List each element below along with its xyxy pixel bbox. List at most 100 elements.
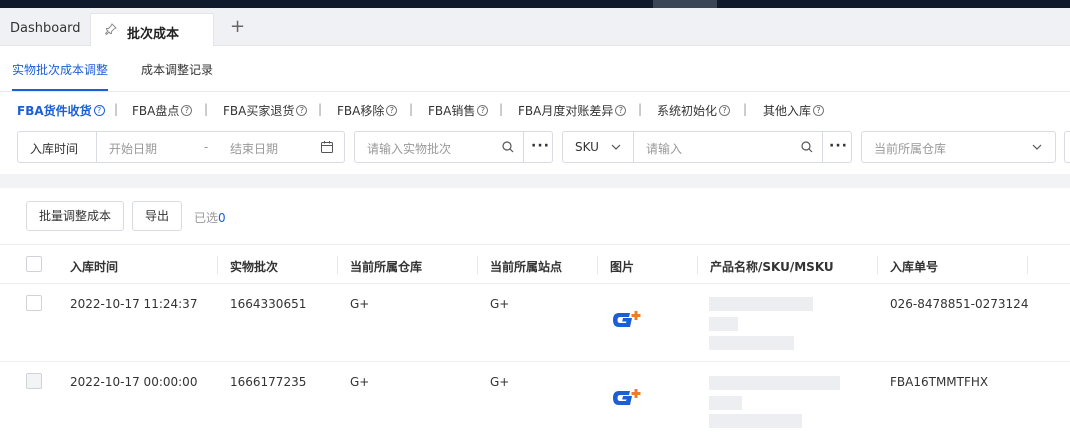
date-type-select[interactable]: 入库时间	[30, 140, 78, 157]
category-fba-sales[interactable]: FBA销售?	[428, 102, 489, 119]
category-label: 其他入库	[763, 104, 812, 118]
page-tab-bar: Dashboard 批次成本 +	[0, 8, 1070, 47]
row-checkbox[interactable]	[26, 373, 42, 389]
search-icon[interactable]	[501, 140, 515, 154]
category-label: FBA买家退货	[223, 104, 295, 118]
column-header[interactable]: 当前所属仓库	[350, 258, 422, 275]
product-sku-placeholder	[709, 396, 742, 410]
cell-site: G+	[490, 375, 510, 389]
category-divider: |	[499, 102, 504, 116]
help-icon[interactable]: ?	[615, 105, 627, 116]
product-msku-placeholder	[709, 414, 802, 428]
column-header[interactable]: 实物批次	[230, 258, 278, 275]
selected-number: 0	[218, 211, 226, 225]
column-header[interactable]: 产品名称/SKU/MSKU	[710, 258, 834, 275]
category-fba-returns[interactable]: FBA买家退货?	[223, 102, 308, 119]
more-options-icon[interactable]: ···	[531, 138, 550, 154]
selected-label: 已选	[194, 211, 219, 225]
select-all-checkbox[interactable]	[26, 256, 42, 272]
column-divider[interactable]	[697, 256, 698, 274]
help-icon[interactable]: ?	[296, 105, 308, 116]
column-divider[interactable]	[477, 256, 478, 274]
product-name-placeholder	[709, 376, 840, 390]
category-label: FBA月度对账差异	[518, 104, 614, 118]
help-icon[interactable]: ?	[181, 105, 193, 116]
subtab-adjust-records[interactable]: 成本调整记录	[141, 61, 213, 78]
category-divider: |	[318, 102, 323, 116]
cell-inbound-time: 2022-10-17 11:24:37	[70, 297, 198, 311]
subtab-batch-cost-adjust[interactable]: 实物批次成本调整	[12, 61, 108, 78]
next-filter-partial[interactable]	[1064, 131, 1070, 163]
section-gap	[0, 174, 1070, 188]
warehouse-select-placeholder: 当前所属仓库	[874, 142, 947, 156]
top-navigation-bar	[0, 0, 1070, 8]
product-name-placeholder	[709, 297, 813, 311]
calendar-icon[interactable]	[320, 140, 334, 154]
help-icon[interactable]: ?	[719, 105, 731, 116]
cell-batch: 1664330651	[230, 297, 307, 311]
batch-search-input[interactable]: 请输入实物批次	[367, 140, 451, 157]
field-divider	[633, 132, 634, 162]
column-divider[interactable]	[337, 256, 338, 274]
batch-adjust-cost-button[interactable]: 批量调整成本	[26, 201, 124, 231]
category-fba-receipt[interactable]: FBA货件收货?	[17, 102, 105, 119]
add-tab-icon[interactable]: +	[230, 18, 245, 36]
help-icon[interactable]: ?	[477, 105, 489, 116]
sku-search-input[interactable]: 请输入	[646, 140, 682, 157]
top-nav-highlight	[653, 0, 717, 8]
help-icon[interactable]: ?	[386, 105, 398, 116]
field-divider	[822, 132, 823, 162]
row-checkbox[interactable]	[26, 295, 42, 311]
product-image-g-plus-logo[interactable]	[610, 309, 646, 331]
column-divider[interactable]	[877, 256, 878, 274]
filter-panel: 实物批次成本调整 成本调整记录 FBA货件收货? | FBA盘点? | FBA买…	[0, 46, 1070, 174]
column-divider[interactable]	[217, 256, 218, 274]
date-range-separator: -	[204, 140, 209, 154]
cell-warehouse: G+	[350, 297, 370, 311]
pin-icon[interactable]	[105, 23, 117, 35]
cell-order-number[interactable]: 026-8478851-0273124	[890, 297, 1028, 311]
product-image-g-plus-logo[interactable]	[610, 387, 646, 409]
chevron-down-icon[interactable]	[609, 140, 623, 154]
date-range-filter: 入库时间 开始日期 - 结束日期	[17, 131, 345, 163]
column-header[interactable]: 入库时间	[70, 258, 118, 275]
help-icon[interactable]: ?	[93, 105, 105, 116]
category-divider: |	[743, 102, 748, 116]
column-header[interactable]: 当前所属站点	[490, 258, 562, 275]
category-divider: |	[114, 102, 119, 116]
subtab-divider	[0, 91, 1070, 92]
help-icon[interactable]: ?	[813, 105, 825, 116]
table-row: 2022-10-17 00:00:00 1666177235 G+ G+ FBA…	[0, 362, 1070, 438]
category-divider: |	[638, 102, 643, 116]
column-header[interactable]: 入库单号	[890, 258, 938, 275]
tab-batch-cost[interactable]: 批次成本	[90, 13, 214, 47]
start-date-input[interactable]: 开始日期	[109, 140, 157, 157]
cell-order-number[interactable]: FBA16TMMTFHX	[890, 375, 988, 389]
tab-dashboard[interactable]: Dashboard	[10, 21, 81, 36]
warehouse-select[interactable]: 当前所属仓库	[861, 131, 1056, 163]
cell-site: G+	[490, 297, 510, 311]
selected-count: 已选0	[194, 209, 226, 226]
cell-inbound-time: 2022-10-17 00:00:00	[70, 375, 198, 389]
chevron-down-icon[interactable]	[1030, 140, 1044, 154]
more-options-icon[interactable]: ···	[829, 138, 848, 154]
main-content: 批量调整成本 导出 已选0 入库时间 实物批次 当前所属仓库 当前所属站点 图片…	[0, 188, 1070, 438]
category-fba-removal[interactable]: FBA移除?	[337, 102, 398, 119]
search-icon[interactable]	[800, 140, 814, 154]
field-divider	[523, 132, 524, 162]
column-divider[interactable]	[1027, 256, 1028, 274]
tab-batch-cost-label: 批次成本	[127, 27, 180, 42]
column-divider[interactable]	[597, 256, 598, 274]
end-date-input[interactable]: 结束日期	[230, 140, 278, 157]
category-label: FBA销售	[428, 104, 476, 118]
category-fba-monthly-diff[interactable]: FBA月度对账差异?	[518, 102, 627, 119]
category-system-init[interactable]: 系统初始化?	[657, 102, 731, 119]
category-other-inbound[interactable]: 其他入库?	[763, 102, 825, 119]
category-label: FBA货件收货	[17, 104, 92, 118]
export-button[interactable]: 导出	[132, 201, 182, 231]
batch-search-field: 请输入实物批次 ···	[354, 131, 553, 163]
category-label: FBA盘点	[132, 104, 180, 118]
column-header[interactable]: 图片	[610, 258, 634, 275]
category-fba-inventory[interactable]: FBA盘点?	[132, 102, 193, 119]
sku-type-select[interactable]: SKU	[575, 140, 599, 154]
